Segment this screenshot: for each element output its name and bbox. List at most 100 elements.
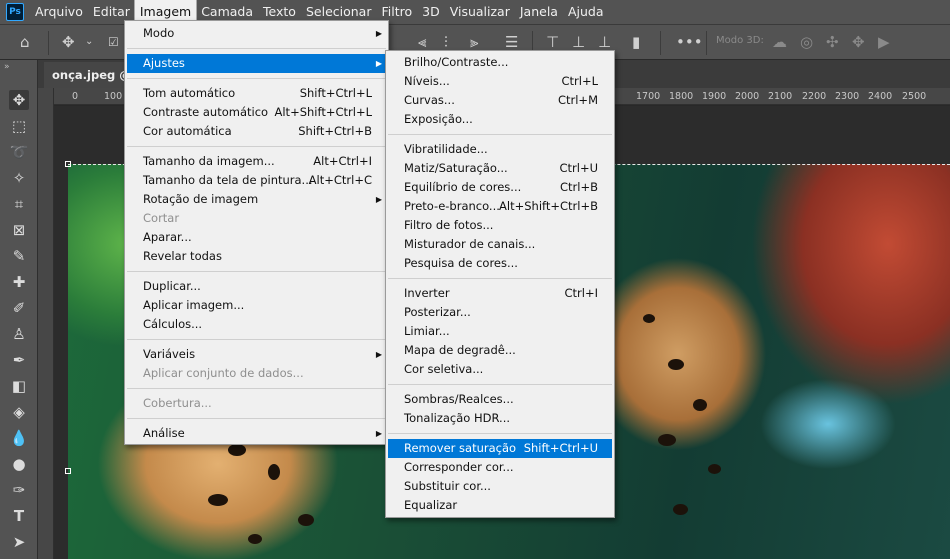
menu-item-duplicar[interactable]: Duplicar... — [127, 277, 386, 296]
menu-item-label: Variáveis — [143, 347, 196, 361]
menu-item-posterizar[interactable]: Posterizar... — [388, 303, 612, 322]
eraser-tool-icon[interactable]: ◧ — [9, 376, 29, 396]
menu-item-shortcut: Alt+Ctrl+C — [308, 173, 372, 187]
magic-wand-tool-icon[interactable]: ✧ — [9, 168, 29, 188]
menu-3d[interactable]: 3D — [417, 0, 445, 24]
spot — [693, 399, 707, 411]
menu-item-aparar[interactable]: Aparar... — [127, 228, 386, 247]
menu-item-cor-seletiva[interactable]: Cor seletiva... — [388, 360, 612, 379]
menu-item-calculos[interactable]: Cálculos... — [127, 315, 386, 334]
frame-tool-icon[interactable]: ⊠ — [9, 220, 29, 240]
menu-item-label: Análise — [143, 426, 185, 440]
slide-3d-icon[interactable]: ✥ — [852, 33, 865, 51]
crop-tool-icon[interactable]: ⌗ — [9, 194, 29, 214]
menu-visualizar[interactable]: Visualizar — [445, 0, 515, 24]
menu-item-aplicar-conjunto-de-dados: Aplicar conjunto de dados... — [127, 364, 386, 383]
menu-item-contraste-automatico[interactable]: Contraste automático Alt+Shift+Ctrl+L — [127, 103, 386, 122]
menu-item-modo[interactable]: Modo ▶ — [127, 24, 386, 43]
menu-item-inverter[interactable]: Inverter Ctrl+I — [388, 284, 612, 303]
more-options-icon[interactable]: ••• — [676, 33, 703, 51]
menu-item-label: Aparar... — [143, 230, 192, 244]
menu-item-tonalizacao-hdr[interactable]: Tonalização HDR... — [388, 409, 612, 428]
menu-item-tamanho-da-tela-de-pintura[interactable]: Tamanho da tela de pintura... Alt+Ctrl+C — [127, 171, 386, 190]
menu-item-brilho-contraste[interactable]: Brilho/Contraste... — [388, 53, 612, 72]
adjustments-submenu: Brilho/Contraste... Níveis... Ctrl+L Curvas… — [385, 50, 615, 518]
align-center-icon[interactable]: ⫶ — [444, 33, 448, 51]
distribute-icon[interactable]: ▮ — [632, 33, 640, 51]
lasso-tool-icon[interactable]: ➰ — [9, 142, 29, 162]
menu-item-label: Vibratilidade... — [404, 142, 488, 156]
move-tool-icon[interactable]: ✥ — [9, 90, 29, 110]
healing-brush-tool-icon[interactable]: ✚ — [9, 272, 29, 292]
orbit-3d-icon[interactable]: ☁ — [772, 33, 787, 51]
paint-bucket-tool-icon[interactable]: ◈ — [9, 402, 29, 422]
menu-item-analise[interactable]: Análise ▶ — [127, 424, 386, 443]
menu-item-misturador-de-canais[interactable]: Misturador de canais... — [388, 235, 612, 254]
ruler-tick: 1900 — [702, 91, 727, 102]
transform-handle[interactable] — [65, 468, 71, 474]
menu-separator — [388, 384, 612, 385]
menu-item-label: Cor automática — [143, 124, 232, 138]
menu-item-remover-saturacao[interactable]: Remover saturação Shift+Ctrl+U — [388, 439, 612, 458]
menu-item-substituir-cor[interactable]: Substituir cor... — [388, 477, 612, 496]
menu-item-rotacao-de-imagem[interactable]: Rotação de imagem ▶ — [127, 190, 386, 209]
menu-item-mapa-de-degrade[interactable]: Mapa de degradê... — [388, 341, 612, 360]
menu-item-tamanho-da-imagem[interactable]: Tamanho da imagem... Alt+Ctrl+I — [127, 152, 386, 171]
menu-item-label: Brilho/Contraste... — [404, 55, 509, 69]
align-right-icon[interactable]: ⫸ — [470, 33, 478, 51]
align-bottom-icon[interactable]: ⊥ — [598, 33, 611, 51]
home-icon[interactable]: ⌂ — [20, 33, 30, 51]
drag-3d-icon[interactable]: ✣ — [826, 33, 839, 51]
roll-3d-icon[interactable]: ◎ — [800, 33, 813, 51]
menu-item-vibratilidade[interactable]: Vibratilidade... — [388, 140, 612, 159]
blur-tool-icon[interactable]: 💧 — [9, 428, 29, 448]
menu-separator — [388, 134, 612, 135]
chevron-down-icon[interactable]: ⌄ — [85, 33, 93, 51]
align-horizontal-icon[interactable]: ☰ — [505, 33, 518, 51]
vertical-ruler — [38, 88, 54, 559]
menu-item-variaveis[interactable]: Variáveis ▶ — [127, 345, 386, 364]
clone-stamp-tool-icon[interactable]: ♙ — [9, 324, 29, 344]
collapse-panel-icon[interactable]: » — [4, 62, 10, 72]
marquee-tool-icon[interactable]: ⬚ — [9, 116, 29, 136]
menu-item-equalizar[interactable]: Equalizar — [388, 496, 612, 515]
menu-ajuda[interactable]: Ajuda — [563, 0, 609, 24]
menu-separator — [127, 48, 386, 49]
transform-handle[interactable] — [65, 161, 71, 167]
menu-janela[interactable]: Janela — [515, 0, 563, 24]
menu-item-tom-automatico[interactable]: Tom automático Shift+Ctrl+L — [127, 84, 386, 103]
menu-item-corresponder-cor[interactable]: Corresponder cor... — [388, 458, 612, 477]
menu-item-curvas[interactable]: Curvas... Ctrl+M — [388, 91, 612, 110]
eyedropper-tool-icon[interactable]: ✎ — [9, 246, 29, 266]
menu-item-ajustes[interactable]: Ajustes ▶ — [127, 54, 386, 73]
path-selection-tool-icon[interactable]: ➤ — [9, 532, 29, 552]
menu-item-limiar[interactable]: Limiar... — [388, 322, 612, 341]
menu-item-revelar-todas[interactable]: Revelar todas — [127, 247, 386, 266]
menu-item-cor-automatica[interactable]: Cor automática Shift+Ctrl+B — [127, 122, 386, 141]
spot — [298, 514, 314, 526]
camera-3d-icon[interactable]: ▶ — [878, 33, 890, 51]
menu-item-sombras-realces[interactable]: Sombras/Realces... — [388, 390, 612, 409]
move-tool-options-icon[interactable]: ✥ — [62, 33, 75, 51]
type-tool-icon[interactable]: T — [9, 506, 29, 526]
menu-item-preto-e-branco[interactable]: Preto-e-branco... Alt+Shift+Ctrl+B — [388, 197, 612, 216]
menu-item-pesquisa-de-cores[interactable]: Pesquisa de cores... — [388, 254, 612, 273]
dodge-tool-icon[interactable]: ● — [9, 454, 29, 474]
history-brush-tool-icon[interactable]: ✒ — [9, 350, 29, 370]
menu-item-niveis[interactable]: Níveis... Ctrl+L — [388, 72, 612, 91]
pen-tool-icon[interactable]: ✑ — [9, 480, 29, 500]
brush-tool-icon[interactable]: ✐ — [9, 298, 29, 318]
menu-item-label: Equilíbrio de cores... — [404, 180, 522, 194]
menu-item-label: Curvas... — [404, 93, 455, 107]
auto-select-checkbox[interactable]: ☑ — [108, 33, 119, 51]
align-middle-icon[interactable]: ⊥ — [572, 33, 585, 51]
align-top-icon[interactable]: ⊤ — [546, 33, 559, 51]
menu-item-aplicar-imagem[interactable]: Aplicar imagem... — [127, 296, 386, 315]
menu-item-equilibrio-de-cores[interactable]: Equilíbrio de cores... Ctrl+B — [388, 178, 612, 197]
menu-item-filtro-de-fotos[interactable]: Filtro de fotos... — [388, 216, 612, 235]
menu-arquivo[interactable]: Arquivo — [30, 0, 88, 24]
menu-item-exposicao[interactable]: Exposição... — [388, 110, 612, 129]
align-left-icon[interactable]: ⫷ — [418, 33, 426, 51]
menu-item-shortcut: Alt+Ctrl+I — [313, 154, 372, 168]
menu-item-matiz-saturacao[interactable]: Matiz/Saturação... Ctrl+U — [388, 159, 612, 178]
